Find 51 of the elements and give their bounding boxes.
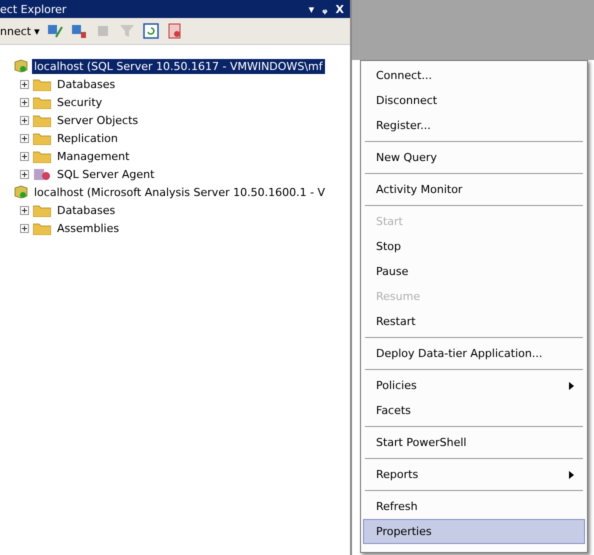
tree-item[interactable]: Databases xyxy=(55,76,118,92)
tree-item[interactable]: Management xyxy=(55,148,132,164)
tree-item[interactable]: localhost (SQL Server 10.50.1617 - VMWINDOWS\mf xyxy=(32,58,325,74)
refresh-icon[interactable] xyxy=(142,22,160,40)
expand-icon[interactable] xyxy=(20,80,29,88)
menu-item[interactable]: Facets xyxy=(363,398,585,423)
expand-icon[interactable] xyxy=(20,206,29,214)
folder-icon xyxy=(33,114,51,126)
connect-icon[interactable] xyxy=(46,22,64,40)
menu-item[interactable]: Reports xyxy=(363,462,585,487)
folder-icon xyxy=(33,96,51,108)
window-button[interactable]: ᵩ xyxy=(322,2,328,16)
menu-item[interactable]: Refresh xyxy=(363,494,585,519)
tree-item[interactable]: localhost (Microsoft Analysis Server 10.50.1600.1 - V xyxy=(32,184,328,200)
tree-item[interactable]: SQL Server Agent xyxy=(55,166,156,182)
expand-icon[interactable] xyxy=(20,98,29,106)
window-button[interactable]: ▾ xyxy=(308,2,314,16)
expand-icon[interactable] xyxy=(20,170,29,178)
tree-item[interactable]: Server Objects xyxy=(55,112,140,128)
connect-button[interactable]: nnect ▾ xyxy=(0,24,40,38)
window-title: ect Explorer xyxy=(0,2,66,16)
server-icon xyxy=(14,59,28,73)
menu-item[interactable]: Restart xyxy=(363,309,585,334)
tree-item[interactable]: Security xyxy=(55,94,104,110)
expand-icon[interactable] xyxy=(20,152,29,160)
window-button[interactable]: X xyxy=(336,2,344,16)
tree-item[interactable]: Replication xyxy=(55,130,120,146)
menu-item[interactable]: Policies xyxy=(363,373,585,398)
menu-item[interactable]: Register... xyxy=(363,113,585,138)
folder-icon xyxy=(33,150,51,162)
menu-item[interactable]: New Query xyxy=(363,145,585,170)
menu-item[interactable]: Start PowerShell xyxy=(363,430,585,455)
tree-item[interactable]: Databases xyxy=(55,202,118,218)
menu-item[interactable]: Stop xyxy=(363,234,585,259)
server-icon xyxy=(14,185,28,199)
menu-item[interactable]: Properties xyxy=(363,519,585,544)
menu-item[interactable]: Connect... xyxy=(363,63,585,88)
menu-item[interactable]: Deploy Data-tier Application... xyxy=(363,341,585,366)
folder-icon xyxy=(33,204,51,216)
folder-icon xyxy=(33,222,51,234)
expand-icon[interactable] xyxy=(20,224,29,232)
tree-item[interactable]: Assemblies xyxy=(55,220,122,236)
agent-icon xyxy=(33,167,51,181)
expand-icon[interactable] xyxy=(20,134,29,142)
folder-icon xyxy=(33,132,51,144)
expand-icon[interactable] xyxy=(20,116,29,124)
folder-icon xyxy=(33,78,51,90)
menu-item[interactable]: Disconnect xyxy=(363,88,585,113)
menu-item[interactable]: Activity Monitor xyxy=(363,177,585,202)
menu-item[interactable]: Pause xyxy=(363,259,585,284)
disconnect-icon[interactable] xyxy=(70,22,88,40)
